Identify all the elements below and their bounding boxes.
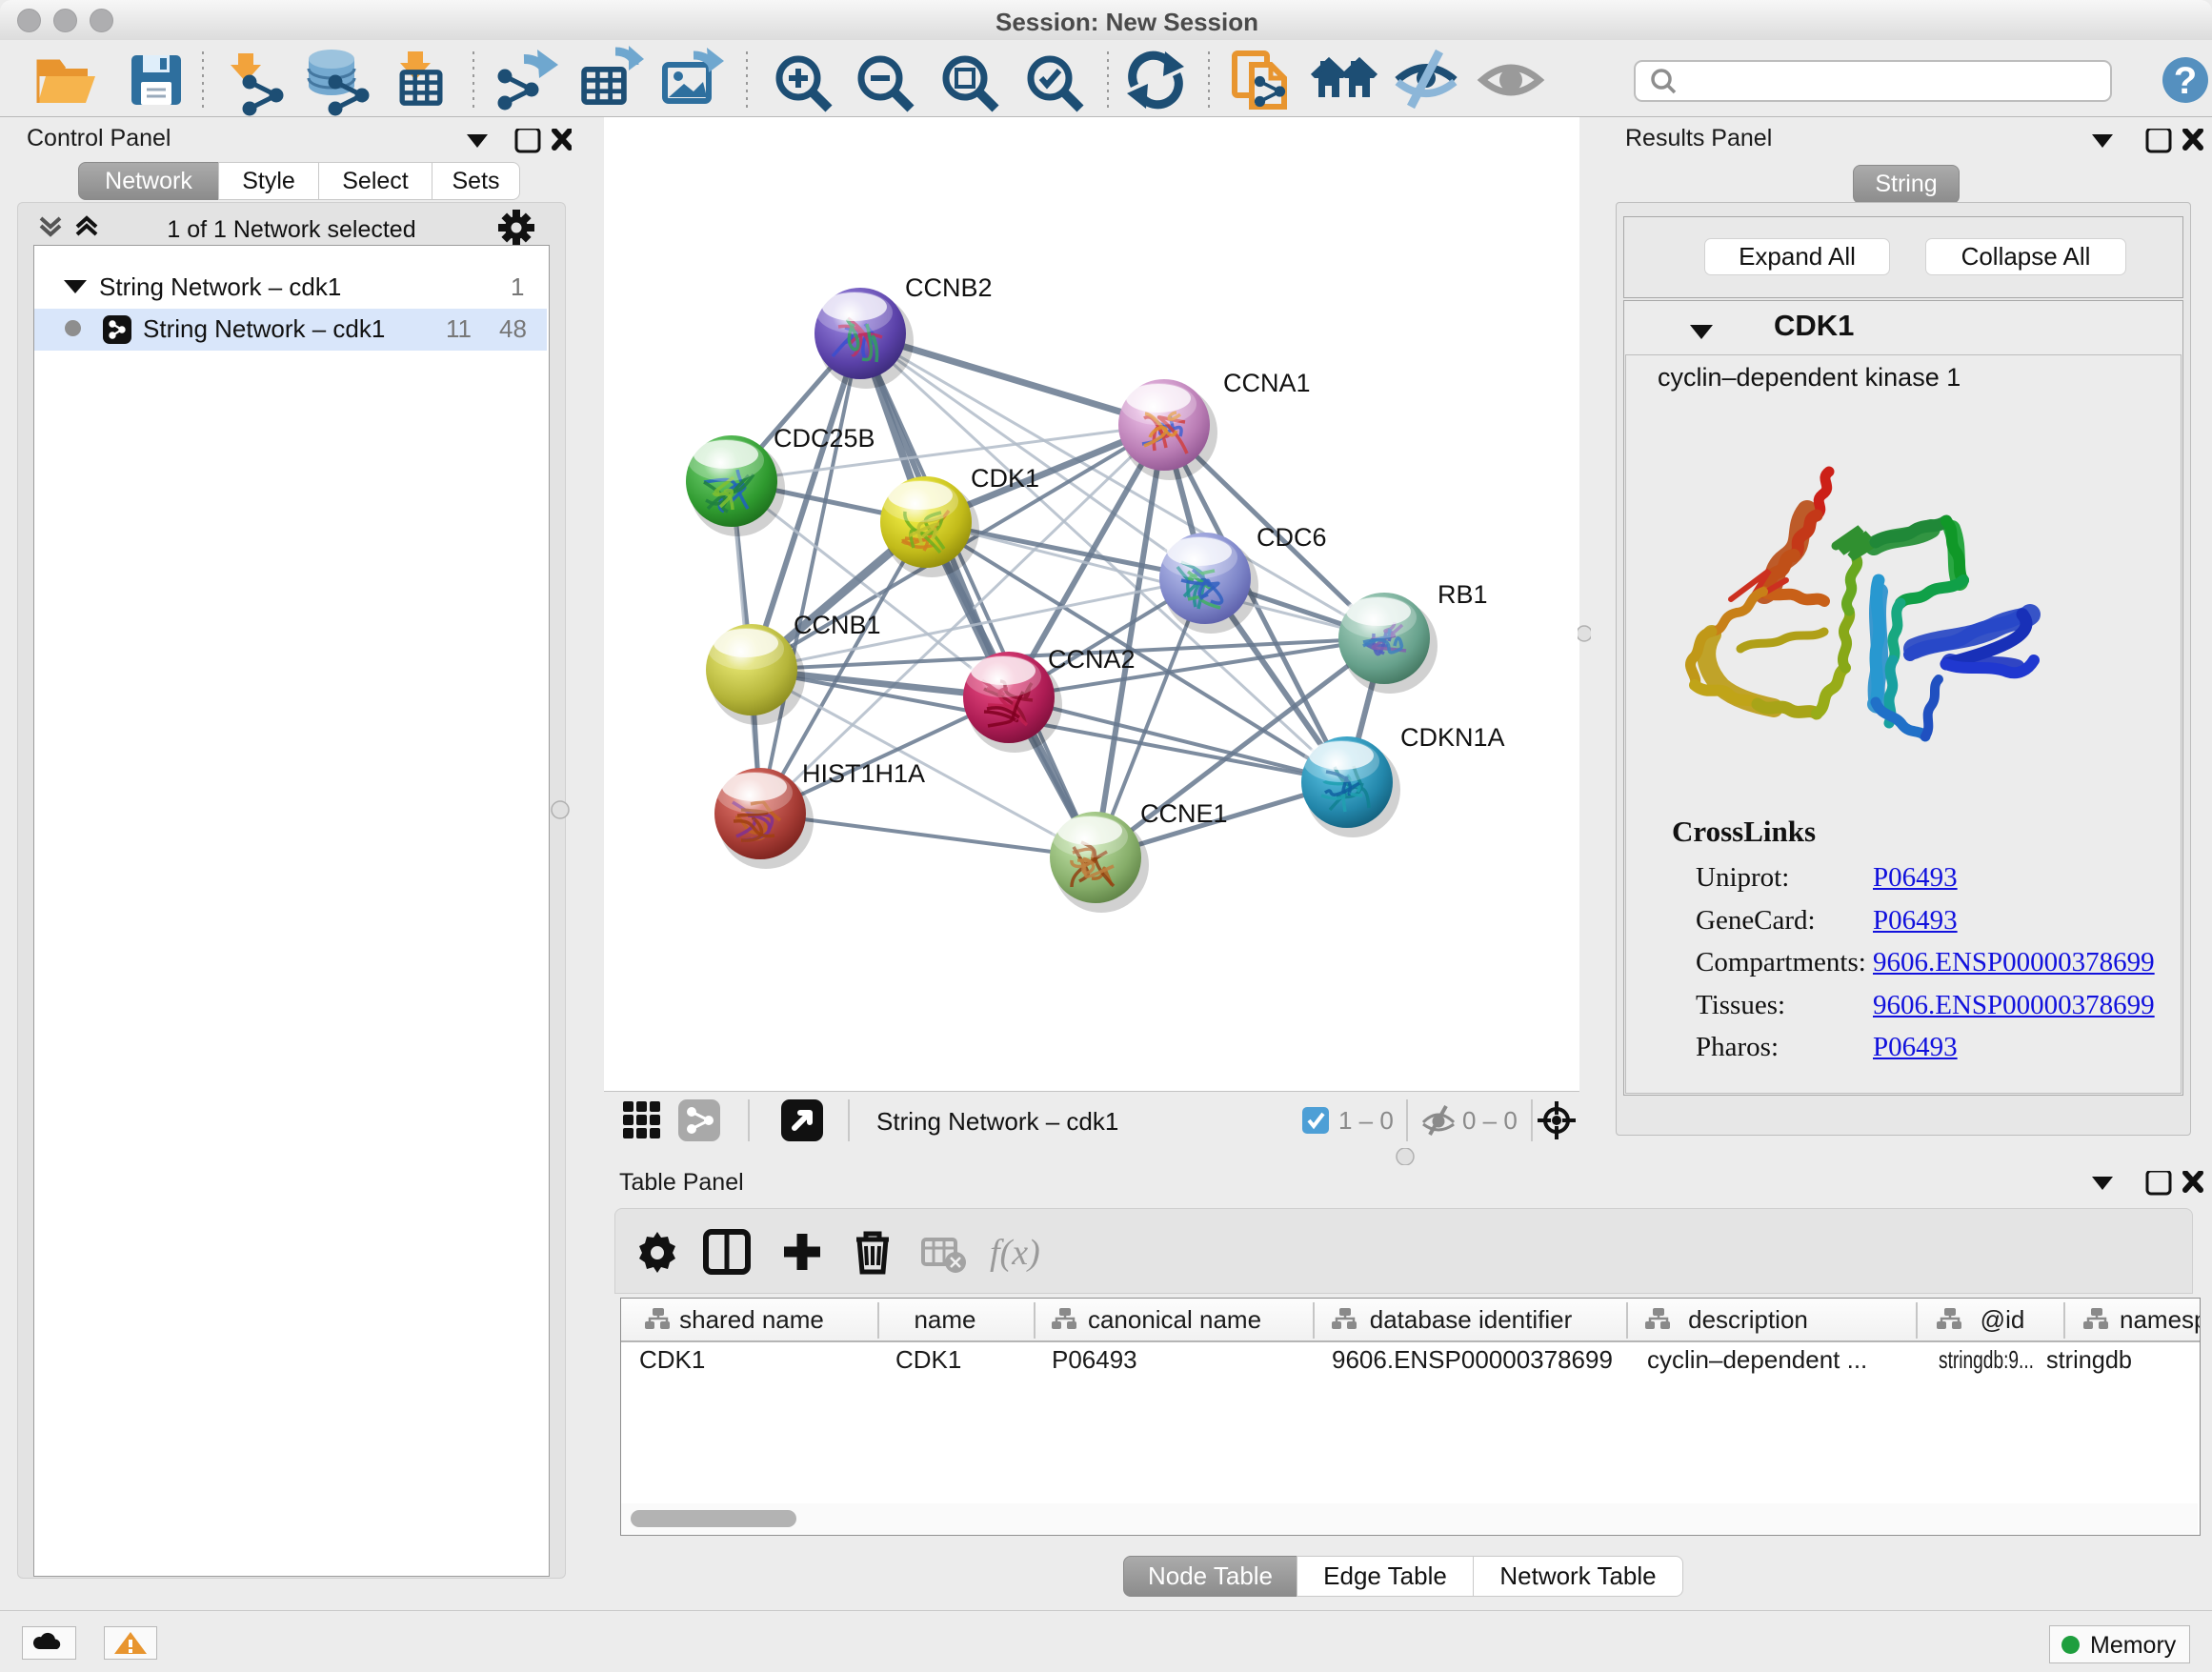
svg-text:database identifier: database identifier	[1370, 1305, 1573, 1334]
svg-text:canonical name: canonical name	[1088, 1305, 1261, 1334]
svg-text:stringdb: stringdb	[2046, 1345, 2132, 1374]
svg-text:CCNE1: CCNE1	[1140, 799, 1228, 828]
svg-text:description: description	[1688, 1305, 1808, 1334]
svg-text:RB1: RB1	[1438, 580, 1488, 609]
svg-text:0 – 0: 0 – 0	[1462, 1106, 1518, 1135]
svg-text:CDK1: CDK1	[639, 1345, 705, 1374]
svg-text:CCNB1: CCNB1	[794, 611, 881, 639]
svg-text:CDK1: CDK1	[971, 464, 1039, 493]
svg-text:CDKN1A: CDKN1A	[1400, 723, 1505, 752]
svg-text:?: ?	[2174, 60, 2197, 102]
svg-text:P06493: P06493	[1052, 1345, 1137, 1374]
svg-text:String Network – cdk1: String Network – cdk1	[876, 1107, 1118, 1136]
svg-text:stringdb:9...: stringdb:9...	[1939, 1345, 2034, 1374]
svg-text:CDK1: CDK1	[895, 1345, 961, 1374]
svg-text:@id: @id	[1981, 1305, 2025, 1334]
svg-text:CCNB2: CCNB2	[905, 273, 993, 302]
svg-text:1 – 0: 1 – 0	[1338, 1106, 1394, 1135]
svg-text:namespace: namespace	[2120, 1305, 2200, 1334]
svg-text:f(x): f(x)	[990, 1233, 1040, 1273]
svg-text:CDC6: CDC6	[1257, 523, 1327, 552]
svg-text:name: name	[914, 1305, 975, 1334]
svg-text:HIST1H1A: HIST1H1A	[802, 759, 925, 788]
svg-text:CCNA2: CCNA2	[1048, 645, 1136, 674]
svg-text:9606.ENSP00000378699: 9606.ENSP00000378699	[1332, 1345, 1613, 1374]
svg-text:shared name: shared name	[679, 1305, 824, 1334]
svg-text:cyclin–dependent ...: cyclin–dependent ...	[1647, 1345, 1867, 1374]
svg-text:CCNA1: CCNA1	[1223, 369, 1311, 397]
svg-text:CDC25B: CDC25B	[774, 424, 875, 453]
